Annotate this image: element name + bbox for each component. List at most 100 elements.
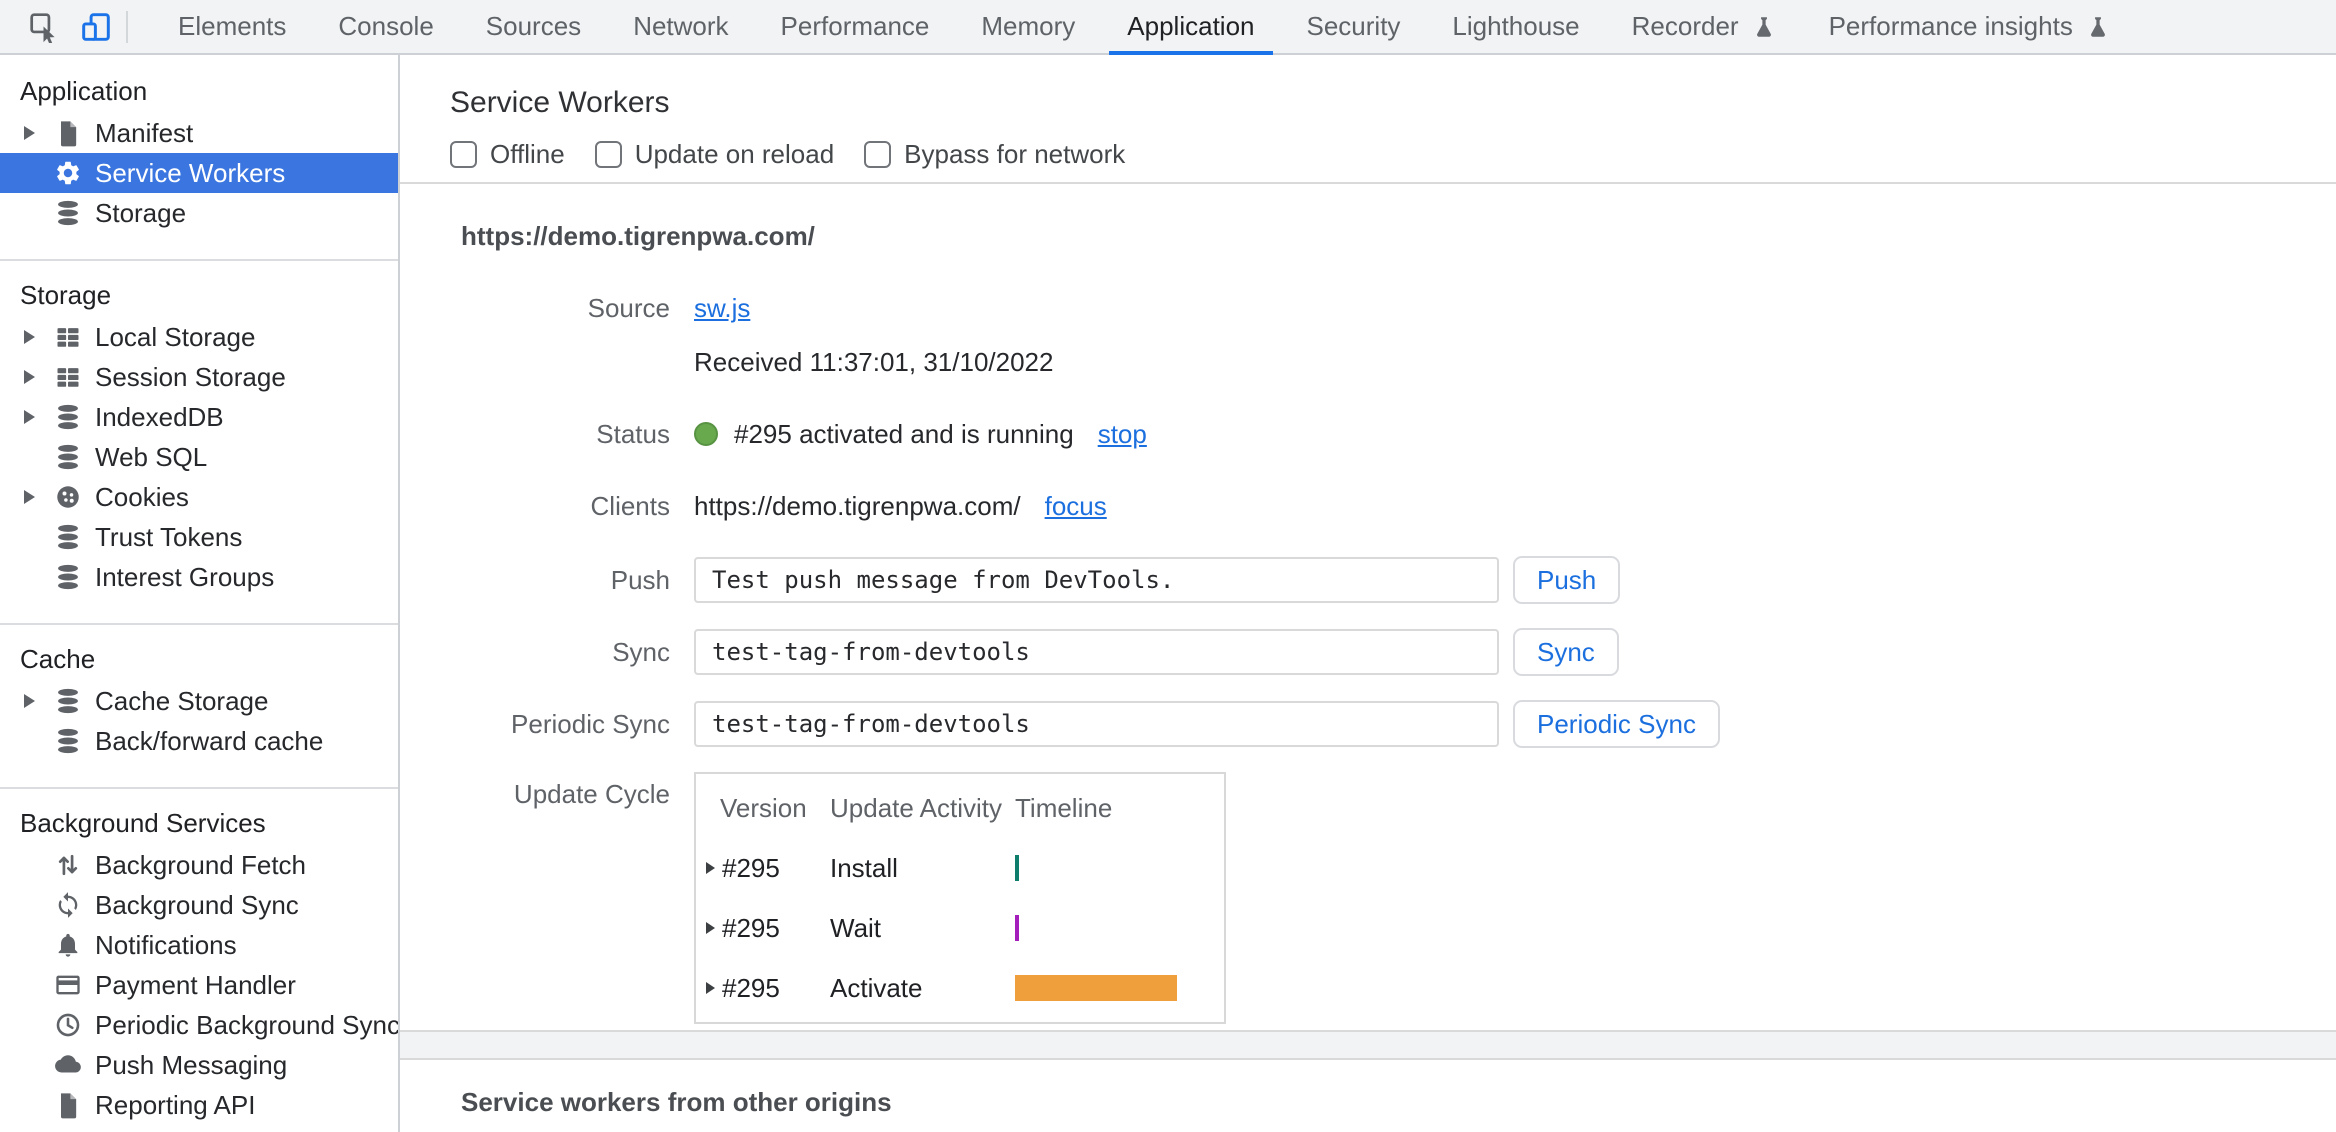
database-icon — [54, 687, 82, 715]
sidebar-item-label: Payment Handler — [95, 969, 296, 1000]
periodic-sync-label: Periodic Sync — [511, 708, 670, 739]
sidebar-item-background-fetch[interactable]: Background Fetch — [0, 845, 398, 885]
disclosure-arrow-icon[interactable] — [24, 410, 35, 424]
toggle-device-toolbar-icon[interactable] — [79, 10, 113, 44]
tab-security[interactable]: Security — [1281, 0, 1427, 53]
tab-performance[interactable]: Performance — [755, 0, 956, 53]
service-worker-details: https://demo.tigrenpwa.com/ Source sw.js… — [400, 184, 2336, 1024]
client-url: https://demo.tigrenpwa.com/ — [694, 490, 1021, 521]
offline-checkbox[interactable] — [450, 140, 477, 168]
periodic-sync-row: Periodic Sync Periodic Sync — [400, 700, 2336, 748]
tab-sources[interactable]: Sources — [460, 0, 607, 53]
sidebar-item-service-workers[interactable]: Service Workers — [0, 153, 398, 193]
sidebar-section-storage: Storage Local Storage Session Storage In… — [0, 261, 398, 625]
tab-lighthouse[interactable]: Lighthouse — [1426, 0, 1605, 53]
column-header-timeline: Timeline — [1015, 792, 1113, 823]
sidebar-item-push-messaging[interactable]: Push Messaging — [0, 1045, 398, 1085]
expand-arrow-icon[interactable] — [706, 982, 722, 994]
timeline-bar — [1015, 855, 1019, 881]
update-cycle-row: Update Cycle Version Update Activity Tim… — [400, 772, 2336, 1024]
service-worker-toolbar: Offline Update on reload Bypass for netw… — [450, 137, 2336, 171]
cloud-icon — [54, 1051, 82, 1079]
periodic-sync-tag-input[interactable] — [694, 701, 1499, 747]
sidebar-section-title: Cache — [20, 643, 96, 674]
sidebar-item-storage[interactable]: Storage — [0, 193, 398, 233]
sidebar-item-label: Reporting API — [95, 1089, 256, 1120]
sidebar-item-background-sync[interactable]: Background Sync — [0, 885, 398, 925]
sidebar-item-interest-groups[interactable]: Interest Groups — [0, 557, 398, 597]
disclosure-arrow-icon[interactable] — [24, 490, 35, 504]
document-icon — [54, 119, 82, 147]
tab-application[interactable]: Application — [1101, 0, 1280, 55]
sync-button[interactable]: Sync — [1513, 628, 1619, 676]
sidebar-item-back-forward-cache[interactable]: Back/forward cache — [0, 721, 398, 761]
periodic-sync-button[interactable]: Periodic Sync — [1513, 700, 1720, 748]
sidebar-item-trust-tokens[interactable]: Trust Tokens — [0, 517, 398, 557]
tab-label: Security — [1306, 11, 1401, 41]
sidebar-section-title: Background Services — [20, 807, 266, 838]
tab-network[interactable]: Network — [607, 0, 754, 53]
push-button[interactable]: Push — [1513, 556, 1621, 604]
database-icon — [54, 563, 82, 591]
sidebar-item-reporting-api[interactable]: Reporting API — [0, 1085, 398, 1125]
document-icon — [54, 1091, 82, 1119]
source-label: Source — [587, 292, 670, 323]
focus-link[interactable]: focus — [1045, 491, 1107, 522]
sidebar-item-cookies[interactable]: Cookies — [0, 477, 398, 517]
tab-label: Recorder — [1631, 11, 1739, 41]
table-row: #295 Install — [696, 848, 1224, 888]
cookie-icon — [54, 483, 82, 511]
sidebar-item-label: Cache Storage — [95, 685, 269, 716]
sidebar-item-label: Trust Tokens — [95, 521, 243, 552]
update-on-reload-checkbox-group[interactable]: Update on reload — [594, 139, 834, 170]
stop-link[interactable]: stop — [1098, 419, 1147, 450]
disclosure-arrow-icon[interactable] — [24, 694, 35, 708]
push-message-input[interactable] — [694, 557, 1499, 603]
devtools-tabbar: Elements Console Sources Network Perform… — [0, 0, 2336, 55]
tab-console[interactable]: Console — [312, 0, 459, 53]
sync-tag-input[interactable] — [694, 629, 1499, 675]
tab-elements[interactable]: Elements — [152, 0, 312, 53]
tab-label: Lighthouse — [1452, 11, 1580, 41]
activity-cell: Wait — [830, 912, 882, 943]
sidebar-item-session-storage[interactable]: Session Storage — [0, 357, 398, 397]
checkbox-label: Offline — [490, 138, 565, 169]
update-cycle-table: Version Update Activity Timeline #295 In… — [694, 772, 1226, 1024]
sidebar-item-cache-storage[interactable]: Cache Storage — [0, 681, 398, 721]
sidebar-item-periodic-background-sync[interactable]: Periodic Background Sync — [0, 1005, 398, 1045]
expand-arrow-icon[interactable] — [706, 862, 722, 874]
sidebar-item-notifications[interactable]: Notifications — [0, 925, 398, 965]
column-header-update-activity: Update Activity — [830, 792, 1002, 823]
bypass-for-network-checkbox-group[interactable]: Bypass for network — [864, 139, 1125, 170]
disclosure-arrow-icon[interactable] — [24, 126, 35, 140]
sidebar-item-manifest[interactable]: Manifest — [0, 113, 398, 153]
sidebar-section-title: Application — [20, 75, 148, 106]
bell-icon — [54, 931, 82, 959]
disclosure-arrow-icon[interactable] — [24, 370, 35, 384]
sidebar-item-label: Push Messaging — [95, 1049, 288, 1080]
disclosure-arrow-icon[interactable] — [24, 330, 35, 344]
tab-label: Application — [1127, 11, 1255, 41]
inspect-element-icon[interactable] — [27, 10, 61, 44]
database-icon — [54, 523, 82, 551]
sidebar-item-label: Storage — [95, 197, 187, 228]
sidebar-item-web-sql[interactable]: Web SQL — [0, 437, 398, 477]
tab-recorder[interactable]: Recorder — [1606, 0, 1803, 53]
sidebar-item-payment-handler[interactable]: Payment Handler — [0, 965, 398, 1005]
sidebar-item-label: Web SQL — [95, 441, 208, 472]
sidebar-item-label: IndexedDB — [95, 401, 224, 432]
sidebar-item-local-storage[interactable]: Local Storage — [0, 317, 398, 357]
column-header-version: Version — [720, 792, 807, 823]
tab-performance-insights[interactable]: Performance insights — [1803, 0, 2137, 53]
sidebar-item-label: Manifest — [95, 117, 194, 148]
table-row: #295 Activate — [696, 968, 1224, 1008]
tab-memory[interactable]: Memory — [955, 0, 1101, 53]
offline-checkbox-group[interactable]: Offline — [450, 139, 565, 170]
table-icon — [54, 323, 82, 351]
source-file-link[interactable]: sw.js — [694, 293, 750, 324]
expand-arrow-icon[interactable] — [706, 922, 722, 934]
sidebar-item-indexeddb[interactable]: IndexedDB — [0, 397, 398, 437]
gear-icon — [54, 159, 82, 187]
update-on-reload-checkbox[interactable] — [594, 140, 622, 168]
bypass-for-network-checkbox[interactable] — [864, 140, 892, 168]
